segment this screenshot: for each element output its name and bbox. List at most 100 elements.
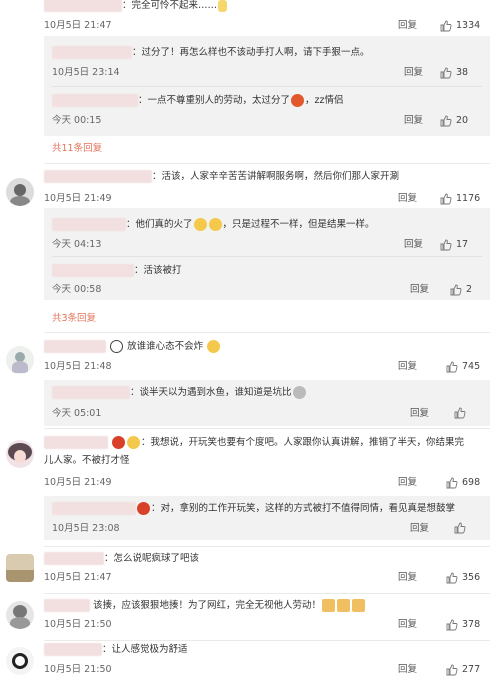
- comment-2-time: 10月5日 21:49: [44, 193, 112, 204]
- comment-2-content: ：活该，人家辛辛苦苦讲解啊服务啊，然后你们那人家开涮: [44, 170, 399, 184]
- reply-button[interactable]: 回复: [398, 571, 417, 585]
- avatar[interactable]: [6, 346, 34, 374]
- car-emoji-icon: [137, 502, 150, 515]
- username-redacted[interactable]: [44, 436, 108, 449]
- more-replies-link[interactable]: 共3条回复: [52, 310, 96, 324]
- divider: [44, 428, 490, 429]
- comment-text: 儿人家。不被打才怪: [44, 455, 130, 466]
- reply-button[interactable]: 回复: [410, 283, 429, 297]
- avatar[interactable]: [6, 601, 34, 629]
- like-button[interactable]: 38: [440, 66, 468, 80]
- comment-4-time: 10月5日 21:49: [44, 477, 112, 488]
- reply-time: 10月5日 23:08: [52, 523, 120, 534]
- comment-text: ：怎么说呢疯球了吧该: [104, 553, 200, 564]
- like-button[interactable]: 277: [446, 663, 480, 677]
- emoji-icon: [127, 436, 141, 449]
- like-count: 2: [466, 284, 473, 295]
- like-button[interactable]: 745: [446, 360, 480, 374]
- reply-button[interactable]: 回复: [398, 192, 417, 206]
- divider: [44, 546, 490, 547]
- panda-emoji-icon: [110, 340, 124, 353]
- username-redacted[interactable]: [52, 502, 136, 515]
- thumbs-up-icon: [446, 361, 458, 373]
- reply-thread: ：对，拿别的工作开玩笑，这样的方式被打不值得同情，看见真是想鼓掌 10月5日 2…: [44, 496, 490, 540]
- reply-thread: ：过分了！再怎么样也不该动手打人啊，请下手狠一点。 10月5日 23:14 回复…: [44, 36, 490, 136]
- comment-7-content: ：让人感觉极为舒适: [44, 643, 188, 657]
- more-replies-link[interactable]: 共11条回复: [52, 140, 102, 154]
- comment-feed: ：完全可怜不起来…… 10月5日 21:47 回复 1334 ：过分了！再怎么样…: [0, 0, 500, 682]
- like-count: 378: [462, 619, 481, 630]
- reply-1-content: ：过分了！再怎么样也不该动手打人啊，请下手狠一点。: [52, 46, 370, 60]
- reply-button[interactable]: 回复: [410, 522, 429, 536]
- like-button[interactable]: [454, 407, 466, 419]
- thumbs-down-emoji-icon: [352, 599, 366, 612]
- username-redacted[interactable]: [52, 46, 132, 59]
- like-button[interactable]: 17: [440, 238, 468, 252]
- reply-button[interactable]: 回复: [410, 407, 429, 421]
- like-button[interactable]: 2: [450, 283, 472, 297]
- avatar[interactable]: [6, 178, 34, 206]
- like-count: 20: [456, 115, 469, 126]
- like-button[interactable]: 1334: [440, 19, 480, 33]
- thumbs-up-icon: [454, 522, 466, 534]
- reply-button[interactable]: 回复: [398, 360, 417, 374]
- reply-text: ，只是过程不一样，但是结果一样。: [222, 219, 375, 230]
- like-button[interactable]: 698: [446, 476, 480, 490]
- like-button[interactable]: 378: [446, 618, 480, 632]
- reply-text: ：活该被打: [134, 265, 182, 276]
- thumbs-up-icon: [450, 284, 462, 296]
- like-button[interactable]: 1176: [440, 192, 480, 206]
- comment-4: ：我想说，开玩笑也要有个度吧。人家跟你认真讲解，推销了半天，你结果完 儿人家。不…: [0, 434, 500, 544]
- reply-button[interactable]: 回复: [398, 663, 417, 677]
- like-count: 17: [456, 239, 469, 250]
- like-count: 356: [462, 572, 481, 583]
- username-redacted[interactable]: [52, 386, 130, 399]
- reply-button[interactable]: 回复: [398, 476, 417, 490]
- like-button[interactable]: 20: [440, 114, 468, 128]
- divider: [52, 86, 482, 87]
- like-count: 698: [462, 477, 481, 488]
- avatar[interactable]: [6, 554, 34, 582]
- username-redacted[interactable]: [52, 94, 138, 107]
- reply-button[interactable]: 回复: [404, 66, 423, 80]
- divider: [44, 593, 490, 594]
- reply-button[interactable]: 回复: [404, 238, 423, 252]
- reply-time: 今天 00:58: [52, 284, 102, 295]
- like-count: 277: [462, 664, 481, 675]
- username-redacted[interactable]: [44, 340, 106, 353]
- like-count: 1176: [456, 193, 481, 204]
- comment-text: ：让人感觉极为舒适: [102, 644, 188, 655]
- reply-button[interactable]: 回复: [398, 618, 417, 632]
- car-emoji-icon: [112, 436, 126, 449]
- comment-1-content: ：完全可怜不起来……: [44, 0, 228, 13]
- thumbs-up-icon: [440, 67, 452, 79]
- comment-6-content: 该揍，应该狠狠地揍！为了网红，完全无视他人劳动！: [44, 599, 366, 613]
- reply-text: ：一点不尊重别人的劳动，太过分了: [138, 95, 291, 106]
- comment-7: ：让人感觉极为舒适 10月5日 21:50 回复 277: [0, 643, 500, 681]
- thumbs-up-icon: [440, 239, 452, 251]
- divider: [44, 332, 490, 333]
- bulb-emoji-icon: [218, 0, 228, 12]
- thumbs-up-icon: [446, 477, 458, 489]
- username-redacted[interactable]: [44, 170, 152, 183]
- comment-6: 该揍，应该狠狠地揍！为了网红，完全无视他人劳动！ 10月5日 21:50 回复 …: [0, 597, 500, 639]
- comment-5-content: ：怎么说呢疯球了吧该: [44, 552, 199, 566]
- reply-button[interactable]: 回复: [404, 114, 423, 128]
- avatar[interactable]: [6, 440, 34, 468]
- thumbs-up-icon: [440, 20, 452, 32]
- angry-emoji-icon: [291, 94, 305, 107]
- username-redacted[interactable]: [44, 599, 90, 612]
- avatar[interactable]: [6, 647, 34, 675]
- thumbs-up-icon: [454, 407, 466, 419]
- reply-button[interactable]: 回复: [398, 19, 417, 33]
- like-button[interactable]: 356: [446, 571, 480, 585]
- like-count: 745: [462, 361, 481, 372]
- username-redacted[interactable]: [52, 264, 134, 277]
- username-redacted[interactable]: [44, 643, 102, 656]
- username-redacted[interactable]: [44, 552, 104, 565]
- username-redacted[interactable]: [44, 0, 122, 12]
- like-button[interactable]: [454, 522, 466, 534]
- username-redacted[interactable]: [52, 218, 126, 231]
- reply-time: 今天 00:15: [52, 115, 102, 126]
- cry-emoji-icon: [207, 340, 221, 353]
